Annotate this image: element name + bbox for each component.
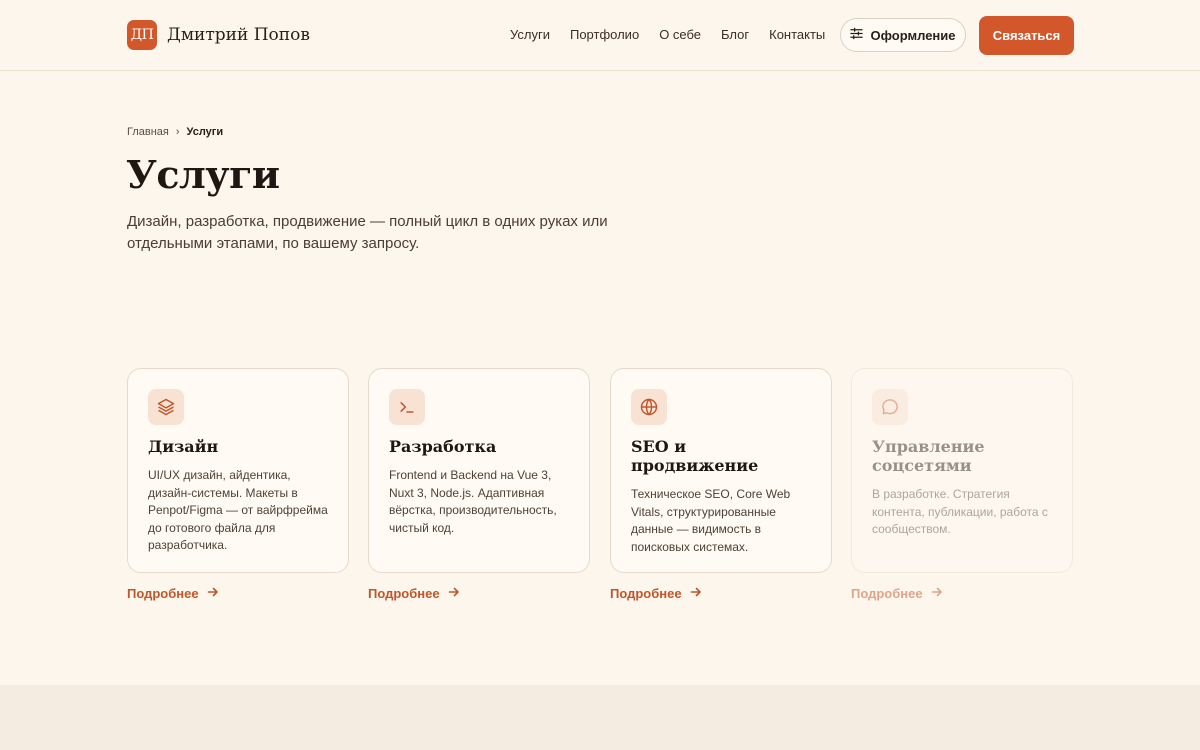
service-card-title: Управление соцсетями [872,437,985,475]
service-card-social[interactable]: Управление соцсетями В разработке. Страт… [851,368,1073,573]
service-card-development[interactable]: Разработка Frontend и Backend на Vue 3, … [368,368,590,573]
breadcrumb-home[interactable]: Главная [127,126,169,138]
more-link-label: Подробнее [368,586,440,601]
service-card-seo[interactable]: SEO и продвижение Техническое SEO, Core … [610,368,832,573]
more-link-label: Подробнее [127,586,199,601]
site-header: ДП Дмитрий Попов Услуги Портфолио О себе… [0,0,1200,71]
contact-button[interactable]: Связаться [979,16,1074,55]
nav-item-about[interactable]: О себе [659,27,701,42]
more-link-label: Подробнее [610,586,682,601]
breadcrumb-current: Услуги [186,126,224,138]
terminal-icon [389,389,425,425]
nav-item-contacts[interactable]: Контакты [769,27,825,42]
arrow-right-icon [931,586,943,601]
breadcrumb: Главная › Услуги [127,126,223,138]
service-card-text: UI/UX дизайн, айдентика, дизайн-системы.… [148,468,328,552]
breadcrumb-separator: › [175,126,180,138]
brand-logo[interactable]: ДП Дмитрий Попов [127,20,310,50]
service-card-text: Frontend и Backend на Vue 3, Nuxt 3, Nod… [389,468,557,535]
brand-monogram: ДП [127,20,157,50]
theme-button-label: Оформление [870,27,956,43]
next-section-band [0,685,1200,750]
page-lead: Дизайн, разработка, продвижение — полный… [127,213,608,252]
more-link-label: Подробнее [851,586,923,601]
more-link-development[interactable]: Подробнее [368,586,460,601]
sliders-icon [850,27,864,43]
globe-icon [631,389,667,425]
layers-icon [148,389,184,425]
brand-name: Дмитрий Попов [167,25,310,45]
service-card-text: В разработке. Стратегия контента, публик… [872,487,1048,536]
arrow-right-icon [448,586,460,601]
service-card-design[interactable]: Дизайн UI/UX дизайн, айдентика, дизайн-с… [127,368,349,573]
service-card-title: Дизайн [148,437,219,456]
arrow-right-icon [690,586,702,601]
arrow-right-icon [207,586,219,601]
nav-item-blog[interactable]: Блог [721,27,749,42]
service-card-title: SEO и продвижение [631,437,759,475]
service-card-text: Техническое SEO, Core Web Vitals, структ… [631,487,791,554]
service-card-title: Разработка [389,437,497,456]
more-link-seo[interactable]: Подробнее [610,586,702,601]
nav-item-services[interactable]: Услуги [510,27,550,42]
more-link-social[interactable]: Подробнее [851,586,943,601]
page-title: Услуги [126,152,280,197]
chat-bubble-icon [872,389,908,425]
main-nav: Услуги Портфолио О себе Блог Контакты [510,27,845,42]
more-link-design[interactable]: Подробнее [127,586,219,601]
nav-item-portfolio[interactable]: Портфолио [570,27,639,42]
theme-button[interactable]: Оформление [840,18,966,52]
